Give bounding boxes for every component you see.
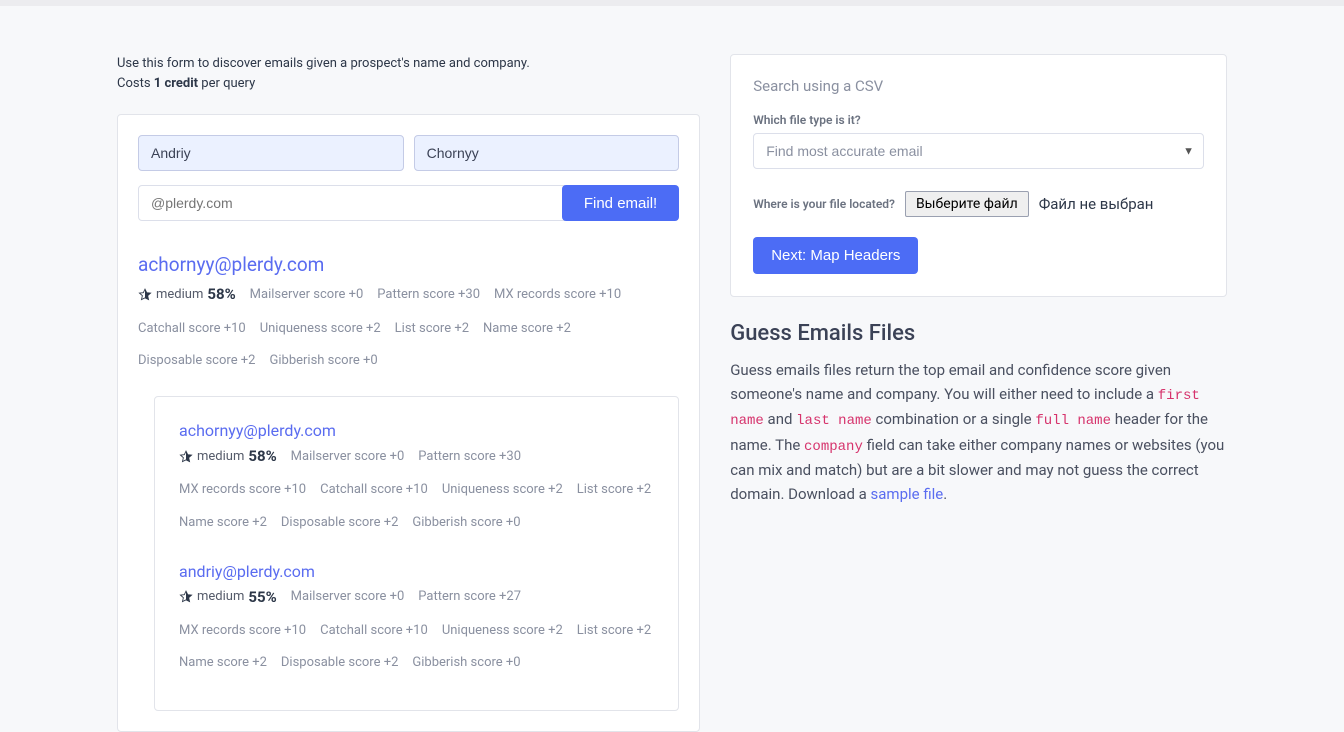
intro-text: Use this form to discover emails given a… [117,54,700,94]
confidence-percent: 55% [248,585,276,611]
score-item: Disposable score +2 [138,350,256,372]
star-half-icon [138,288,152,302]
score-item: Pattern score +30 [418,446,521,468]
score-item: MX records score +10 [494,284,621,306]
choose-file-button[interactable]: Выберите файл [905,191,1029,217]
score-item: Catchall score +10 [320,620,428,642]
score-item: List score +2 [577,620,651,642]
confidence-percent: 58% [248,444,276,470]
csv-title: Search using a CSV [753,77,1204,95]
candidate-email[interactable]: andriy@plerdy.com [179,562,654,581]
last-name-input[interactable] [414,135,680,171]
score-item: MX records score +10 [179,620,306,642]
find-email-button[interactable]: Find email! [562,185,679,221]
code-company: company [804,439,863,455]
confidence-chip: medium 55% [179,585,277,611]
score-item: MX records score +10 [179,479,306,501]
score-item: List score +2 [395,318,469,340]
csv-panel: Search using a CSV Which file type is it… [730,54,1227,297]
candidate-email[interactable]: achornyy@plerdy.com [179,421,654,440]
score-item: Name score +2 [179,512,267,534]
confidence-label: medium [156,284,203,306]
sample-file-link[interactable]: sample file [871,485,944,503]
file-type-label: Which file type is it? [753,113,1204,127]
candidate-scores: medium 55% Mailserver score +0 Pattern s… [179,585,654,675]
guess-copy: Guess emails files return the top email … [730,358,1227,506]
candidate-item: andriy@plerdy.com medium 55% Mailserver … [179,562,654,675]
candidates-box: achornyy@plerdy.com medium 58% Mailserve… [154,396,679,711]
file-type-select[interactable]: Find most accurate email [753,133,1204,169]
score-item: Mailserver score +0 [291,446,405,468]
top-result: achornyy@plerdy.com medium 58% Mailserve… [138,253,679,372]
score-item: Uniqueness score +2 [442,479,563,501]
score-item: Uniqueness score +2 [442,620,563,642]
score-item: List score +2 [577,479,651,501]
search-panel: Find email! achornyy@plerdy.com medium 5… [117,114,700,732]
guess-heading: Guess Emails Files [730,321,1227,346]
next-map-headers-button[interactable]: Next: Map Headers [753,237,918,274]
score-item: Uniqueness score +2 [260,318,381,340]
score-item: Disposable score +2 [281,512,399,534]
confidence-percent: 58% [207,282,235,308]
top-result-email[interactable]: achornyy@plerdy.com [138,253,679,276]
code-last-name: last name [796,413,872,429]
top-result-scores: medium 58% Mailserver score +0 Pattern s… [138,282,679,372]
score-item: Pattern score +27 [418,586,521,608]
no-file-text: Файл не выбран [1039,195,1154,213]
candidate-item: achornyy@plerdy.com medium 58% Mailserve… [179,421,654,534]
score-item: Mailserver score +0 [250,284,364,306]
confidence-label: medium [197,446,244,468]
code-full-name: full name [1035,413,1111,429]
score-item: Disposable score +2 [281,652,399,674]
score-item: Pattern score +30 [377,284,480,306]
intro-costs-prefix: Costs [117,76,154,91]
file-location-label: Where is your file located? [753,197,895,211]
star-half-icon [179,590,193,604]
intro-line1: Use this form to discover emails given a… [117,56,530,71]
intro-costs-suffix: per query [198,76,255,91]
score-item: Name score +2 [483,318,571,340]
candidate-scores: medium 58% Mailserver score +0 Pattern s… [179,444,654,534]
score-item: Gibberish score +0 [412,652,520,674]
domain-input[interactable] [138,185,565,221]
first-name-input[interactable] [138,135,404,171]
star-half-icon [179,450,193,464]
confidence-chip: medium 58% [179,444,277,470]
score-item: Catchall score +10 [138,318,246,340]
score-item: Catchall score +10 [320,479,428,501]
score-item: Name score +2 [179,652,267,674]
confidence-chip: medium 58% [138,282,236,308]
confidence-label: medium [197,586,244,608]
score-item: Gibberish score +0 [412,512,520,534]
intro-costs-bold: 1 credit [154,76,198,91]
score-item: Mailserver score +0 [291,586,405,608]
score-item: Gibberish score +0 [270,350,378,372]
